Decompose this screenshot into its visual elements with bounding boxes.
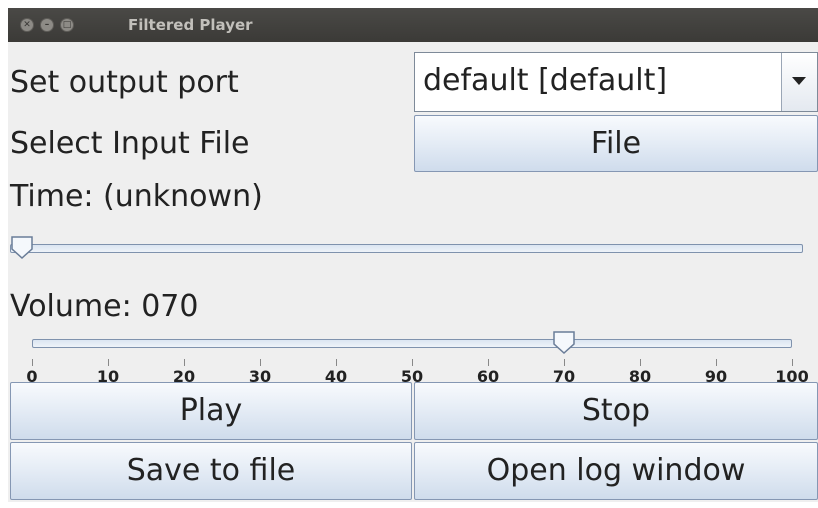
stop-button[interactable]: Stop: [414, 382, 818, 440]
time-slider-track[interactable]: [10, 244, 803, 253]
time-slider-thumb[interactable]: [10, 236, 34, 260]
output-port-value: default [default]: [423, 63, 668, 98]
save-to-file-button[interactable]: Save to file: [10, 442, 412, 500]
output-port-select[interactable]: default [default]: [414, 52, 818, 112]
input-file-label: Select Input File: [10, 126, 250, 161]
volume-tick-mark: [32, 359, 33, 366]
window-title: Filtered Player: [128, 16, 253, 34]
volume-label: Volume: 070: [10, 289, 199, 324]
volume-tick-mark: [716, 359, 717, 366]
volume-tick-mark: [260, 359, 261, 366]
volume-slider-track[interactable]: [32, 339, 792, 348]
volume-tick-mark: [564, 359, 565, 366]
app-window: ✕ – □ Filtered Player Set output port de…: [8, 8, 818, 502]
volume-tick-mark: [640, 359, 641, 366]
close-icon[interactable]: ✕: [20, 18, 34, 32]
chevron-down-icon[interactable]: [781, 53, 817, 111]
maximize-icon[interactable]: □: [60, 18, 74, 32]
minimize-icon[interactable]: –: [40, 18, 54, 32]
file-button[interactable]: File: [414, 115, 818, 172]
play-button[interactable]: Play: [10, 382, 412, 440]
time-label: Time: (unknown): [10, 179, 263, 214]
volume-slider-thumb[interactable]: [552, 331, 576, 355]
output-port-label: Set output port: [10, 65, 239, 100]
volume-tick-mark: [792, 359, 793, 366]
volume-tick-mark: [184, 359, 185, 366]
title-bar: ✕ – □ Filtered Player: [8, 8, 818, 42]
volume-tick-mark: [412, 359, 413, 366]
volume-tick-mark: [108, 359, 109, 366]
open-log-window-button[interactable]: Open log window: [414, 442, 818, 500]
volume-tick-mark: [488, 359, 489, 366]
volume-tick-mark: [336, 359, 337, 366]
